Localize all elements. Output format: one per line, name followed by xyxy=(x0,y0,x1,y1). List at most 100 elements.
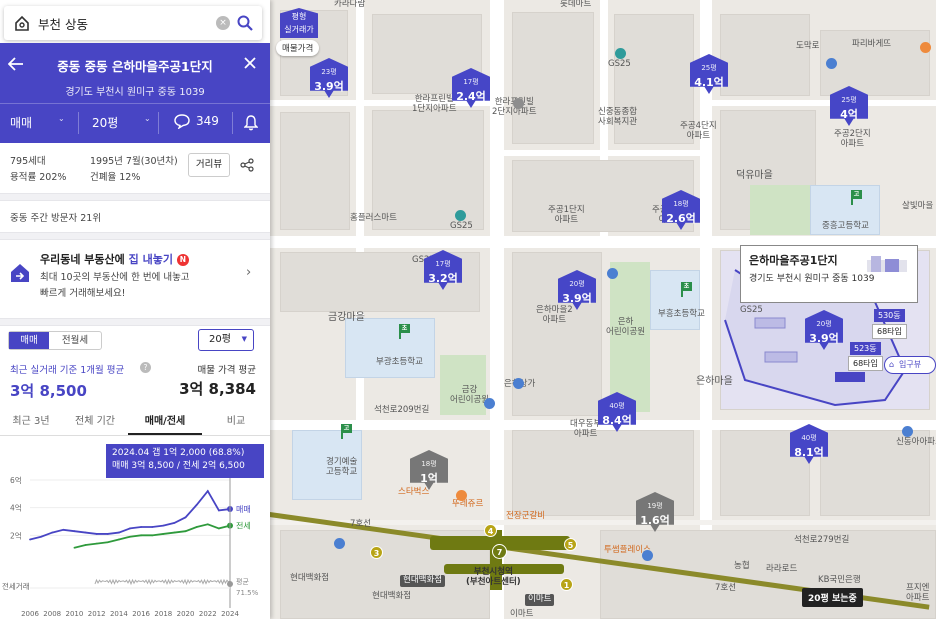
y-tick-label: 2억 xyxy=(10,531,22,540)
map-label-daycare: 은하 어린이공원 xyxy=(606,317,646,337)
data-point xyxy=(184,530,187,533)
tab-sale[interactable]: 매매 xyxy=(9,332,49,349)
data-point xyxy=(84,531,87,534)
x-tick-label: 2024 xyxy=(221,610,239,618)
chevron-down-icon: ⌄ xyxy=(144,114,151,123)
price-marker[interactable]: 40평 8.4억 xyxy=(598,392,636,432)
listing-price-toggle[interactable]: 매물가격 xyxy=(276,40,320,56)
bus-icon xyxy=(826,58,837,69)
tab-all-period[interactable]: 전체 기간 xyxy=(62,410,128,435)
bus-icon xyxy=(607,268,618,279)
convenience-icon xyxy=(615,48,626,59)
exit-1-icon: 1 xyxy=(560,578,573,591)
map-label-gs1: GS25 xyxy=(608,59,631,69)
building-523-tag[interactable]: 523동 xyxy=(850,342,881,355)
data-point xyxy=(217,527,220,530)
building-530-tag[interactable]: 530동 xyxy=(874,309,905,322)
tab-recent-3y[interactable]: 최근 3년 xyxy=(0,410,62,435)
search-icon[interactable] xyxy=(237,15,253,31)
home-icon: ⌂ xyxy=(889,360,895,369)
trade-type-select[interactable]: 매매 ⌄ xyxy=(10,114,65,131)
data-point xyxy=(140,534,143,537)
close-icon[interactable] xyxy=(244,57,256,69)
price-marker[interactable]: 18평 2.6억 xyxy=(662,190,700,230)
data-point xyxy=(162,533,165,535)
complex-popup[interactable]: 은하마을주공1단지 경기도 부천시 원미구 중동 1039 xyxy=(740,245,918,303)
school-flag-icon: 고 xyxy=(850,190,863,205)
school-flag-icon: 고 xyxy=(340,424,353,439)
detail-panel: × 중동 중동 은하마을주공1단지 경기도 부천시 원미구 중동 1039 매매… xyxy=(0,0,270,619)
complex-thumbnail-icon xyxy=(867,256,907,272)
promo-line-1: 최대 10곳의 부동산에 한 번에 내놓고 xyxy=(40,272,190,283)
help-icon[interactable]: ? xyxy=(140,362,151,373)
price-marker[interactable]: 23평 3.9억 xyxy=(310,58,348,98)
data-point xyxy=(29,538,31,541)
x-tick-label: 2020 xyxy=(177,610,195,618)
price-marker-selected[interactable]: 20평 3.9억 xyxy=(805,310,843,350)
tab-sale-jeonse[interactable]: 매매/전세 xyxy=(128,410,202,435)
home-logo-icon[interactable] xyxy=(14,15,30,31)
tab-compare[interactable]: 비교 xyxy=(202,410,270,435)
built-year: 1995년 7월(30년차) xyxy=(90,156,178,167)
visitor-rank: 중동 주간 방문자 21위 xyxy=(10,213,102,224)
bus-icon xyxy=(513,378,524,389)
data-point xyxy=(195,526,198,528)
price-marker[interactable]: 25평 4.1억 xyxy=(690,54,728,94)
price-marker[interactable]: 19평 1.6억 xyxy=(636,492,674,532)
sell-promo-banner[interactable]: 우리동네 부동산에 집 내놓기 N 최대 10곳의 부동산에 한 번에 내놓고 빠… xyxy=(0,241,270,321)
map-label-sindo: 신동아아파트 xyxy=(896,437,936,447)
bus-icon xyxy=(484,398,495,409)
data-point xyxy=(84,544,87,546)
map-label-lotte: 롯데마트 xyxy=(560,0,592,9)
map-label-paris: 파리바게뜨 xyxy=(852,39,892,49)
map-label-daewoo: 대우동부 아파트 xyxy=(570,419,602,439)
floor-area-ratio: 용적률 202% xyxy=(10,172,67,183)
price-marker[interactable]: 17평 2.4억 xyxy=(452,68,490,108)
price-marker[interactable]: 40평 8.1억 xyxy=(790,424,828,464)
exit-5-icon: 5 xyxy=(564,538,577,551)
convenience-icon xyxy=(455,210,466,221)
map-label-imart1: 이마트 xyxy=(525,594,555,606)
search-input[interactable] xyxy=(38,13,208,33)
price-marker[interactable]: 25평 4억 xyxy=(830,86,868,126)
clear-icon[interactable]: × xyxy=(216,16,230,30)
map-label-gs4: GS25 xyxy=(740,305,763,315)
area-select[interactable]: 20평 ⌄ xyxy=(92,114,151,131)
data-point xyxy=(73,530,76,533)
street-view-button[interactable]: 거리뷰 xyxy=(188,153,230,177)
tab-rent[interactable]: 전월세 xyxy=(49,332,101,349)
data-point xyxy=(106,541,109,544)
recent-price-label: 최근 실거래 기준 1개월 평균 xyxy=(10,365,125,376)
chevron-right-icon: › xyxy=(246,265,252,280)
map-label-buchon-station: 부천시청역 (부천아트센터) xyxy=(466,567,521,587)
school-flag-icon: 초 xyxy=(680,282,693,297)
avg-label: 평균 xyxy=(236,577,249,586)
data-point xyxy=(51,531,54,534)
map-label-seokcheon1: 석천로209번길 xyxy=(374,405,430,415)
price-marker[interactable]: 20평 3.9억 xyxy=(558,270,596,310)
share-icon[interactable] xyxy=(240,158,254,172)
type-tag: 68타입 xyxy=(848,356,883,371)
x-tick-label: 2014 xyxy=(110,610,128,618)
map-label-jugong2: 주공2단지 아파트 xyxy=(834,129,871,149)
school-flag-icon: 초 xyxy=(398,324,411,339)
price-marker[interactable]: 17평 3.2억 xyxy=(424,250,462,290)
viewing-area-tag: 20평 보는중 xyxy=(802,588,863,607)
filter-row: 매매 ⌄ 20평 ⌄ 349 xyxy=(0,104,270,142)
promo-title: 우리동네 부동산에 집 내놓기 N xyxy=(40,251,189,267)
entrance-view-button[interactable]: ⌂ 입구뷰 xyxy=(884,356,936,374)
price-marker[interactable]: 18평 1억 xyxy=(410,450,448,490)
map-label-gs2: GS25 xyxy=(450,221,473,231)
map-label-hyundai3: 현대백화점 xyxy=(372,591,412,601)
map-label-eunha: 은하마을 xyxy=(696,376,733,387)
x-tick-label: 2022 xyxy=(199,610,217,618)
avg-price-value: 3억 8,384 xyxy=(179,380,256,398)
x-tick-label: 2010 xyxy=(66,610,84,618)
triangle-down-icon: ▼ xyxy=(241,335,247,343)
legend-marker: 평형 실거래가 xyxy=(280,8,318,38)
promo-line-2: 빠르게 거래해보세요! xyxy=(40,288,126,299)
map-label-hanra1: 한라프린빌 1단지아파트 xyxy=(412,94,457,114)
bell-icon[interactable] xyxy=(244,115,258,131)
avg-ratio: 71.5% xyxy=(236,589,259,597)
chart-area-select[interactable]: 20평 ▼ xyxy=(198,329,254,351)
